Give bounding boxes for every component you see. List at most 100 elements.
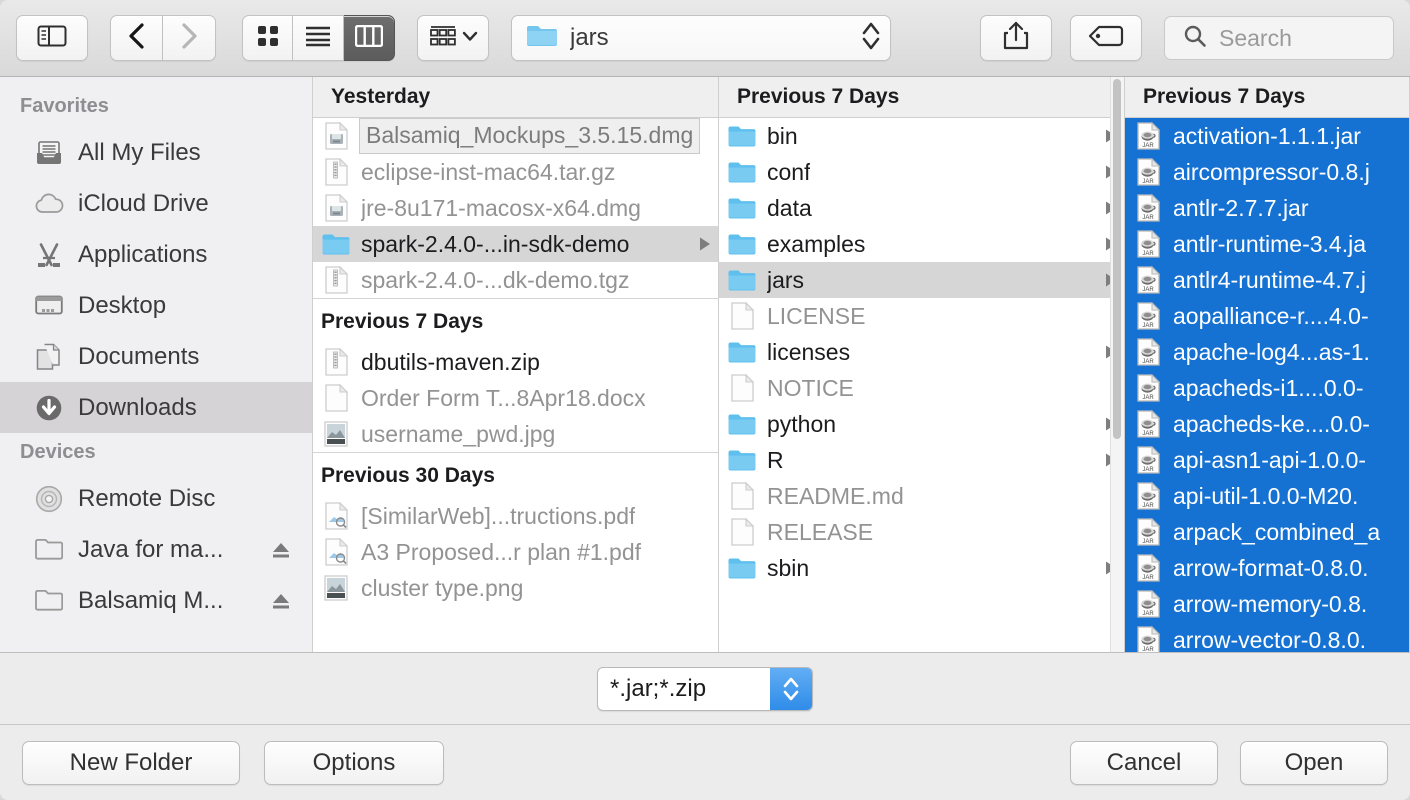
file-row[interactable]: LICENSE [719,298,1124,334]
file-row[interactable]: spark-2.4.0-...dk-demo.tgz [313,262,718,298]
file-row[interactable]: README.md [719,478,1124,514]
back-button[interactable] [110,15,163,61]
sidebar-item-label: Java for ma... [78,536,223,564]
file-row[interactable]: spark-2.4.0-...in-sdk-demo [313,226,718,262]
file-type-filter-value: *.jar;*.zip [598,675,770,703]
search-input[interactable]: Search [1164,16,1394,60]
path-popup-button[interactable]: jars [511,15,891,61]
file-row[interactable]: jars [719,262,1124,298]
file-row[interactable]: JARapacheds-i1....0.0- [1125,370,1409,406]
file-type-filter-select[interactable]: *.jar;*.zip [597,667,813,711]
file-row[interactable]: JARactivation-1.1.1.jar [1125,118,1409,154]
options-button[interactable]: Options [264,741,444,785]
svg-text:JAR: JAR [1142,179,1154,185]
plain-file-icon [731,482,754,510]
file-row[interactable]: username_pwd.jpg [313,416,718,452]
sidebar-item-java-for-ma[interactable]: Java for ma... [0,524,312,575]
share-button[interactable] [980,15,1052,61]
scrollbar-thumb[interactable] [1113,79,1121,439]
file-row[interactable]: RELEASE [719,514,1124,550]
archive-file-icon [325,266,348,294]
file-row[interactable]: JAR aircompressor-0.8.j [1125,154,1409,190]
column-scrollbar[interactable] [1110,77,1124,652]
main-area: Favorites All My Files iCloud Drive Appl… [0,77,1410,653]
file-name: bin [767,123,798,150]
file-row[interactable]: sbin [719,550,1124,586]
svg-text:JAR: JAR [1142,287,1154,293]
column-body[interactable]: Balsamiq_Mockups_3.5.15.dmg eclipse-inst… [313,118,718,652]
svg-text:JAR: JAR [1142,359,1154,365]
file-row[interactable]: JARapacheds-ke....0.0- [1125,406,1409,442]
file-name: examples [767,231,865,258]
svg-text:JAR: JAR [1142,539,1154,545]
file-row[interactable]: cluster type.png [313,570,718,606]
file-row[interactable]: JARarrow-vector-0.8.0. [1125,622,1409,652]
sidebar-item-remote-disc[interactable]: Remote Disc [0,473,312,524]
file-row[interactable]: python [719,406,1124,442]
file-row[interactable]: JARapi-util-1.0.0-M20. [1125,478,1409,514]
arrange-by-button[interactable] [417,15,489,61]
file-row[interactable]: jre-8u171-macosx-x64.dmg [313,190,718,226]
file-row[interactable]: Balsamiq_Mockups_3.5.15.dmg [313,118,718,154]
file-row[interactable]: JARantlr-2.7.7.jar [1125,190,1409,226]
file-row[interactable]: conf [719,154,1124,190]
sidebar-item-all-my-files[interactable]: All My Files [0,127,312,178]
folder-icon [728,125,756,148]
file-row[interactable]: JARarrow-format-0.8.0. [1125,550,1409,586]
file-row[interactable]: NOTICE [719,370,1124,406]
sidebar-item-icloud-drive[interactable]: iCloud Drive [0,178,312,229]
file-row[interactable]: JARarrow-memory-0.8. [1125,586,1409,622]
sidebar-toggle-button[interactable] [16,15,88,61]
browser-column-3: Previous 7 Days JARactivation-1.1.1.jar … [1125,77,1410,652]
jar-file-icon: JAR [1137,158,1160,186]
cancel-button[interactable]: Cancel [1070,741,1218,785]
view-mode-buttons [242,15,395,61]
file-row[interactable]: eclipse-inst-mac64.tar.gz [313,154,718,190]
sidebar-item-balsamiq-m[interactable]: Balsamiq M... [0,575,312,626]
folder-icon [728,413,756,436]
file-row[interactable]: [SimilarWeb]...tructions.pdf [313,498,718,534]
up-down-stepper-icon[interactable] [770,668,812,710]
file-name: apacheds-i1....0.0- [1173,375,1364,402]
sidebar-item-downloads[interactable]: Downloads [0,382,312,433]
file-name: arrow-vector-0.8.0. [1173,627,1366,653]
sidebar-item-applications[interactable]: Applications [0,229,312,280]
file-row[interactable]: examples [719,226,1124,262]
file-name: arrow-format-0.8.0. [1173,555,1369,582]
icon-view-button[interactable] [242,15,293,61]
file-row[interactable]: JARantlr-runtime-3.4.ja [1125,226,1409,262]
file-row[interactable]: dbutils-maven.zip [313,344,718,380]
file-row[interactable]: JARapi-asn1-api-1.0.0- [1125,442,1409,478]
footer: New Folder Options Cancel Open [0,725,1410,800]
open-button[interactable]: Open [1240,741,1388,785]
file-row[interactable]: JARaopalliance-r....4.0- [1125,298,1409,334]
file-name: aircompressor-0.8.j [1173,159,1370,186]
sidebar-item-desktop[interactable]: Desktop [0,280,312,331]
forward-button[interactable] [163,15,216,61]
file-name: data [767,195,812,222]
file-row[interactable]: JAR antlr4-runtime-4.7.j [1125,262,1409,298]
jar-file-icon: JAR [1137,302,1160,330]
new-folder-button[interactable]: New Folder [22,741,240,785]
svg-text:JAR: JAR [1142,143,1154,149]
eject-icon [270,540,292,560]
file-row[interactable]: JARarpack_combined_a [1125,514,1409,550]
tag-button[interactable] [1070,15,1142,61]
file-row[interactable]: licenses [719,334,1124,370]
list-view-button[interactable] [293,15,344,61]
file-row[interactable]: bin [719,118,1124,154]
file-row[interactable]: R [719,442,1124,478]
sidebar-item-documents[interactable]: Documents [0,331,312,382]
column-view-button[interactable] [344,15,395,61]
file-row[interactable]: data [719,190,1124,226]
sidebar-toggle-icon [37,24,67,53]
file-row[interactable]: JARapache-log4...as-1. [1125,334,1409,370]
column-body[interactable]: JARactivation-1.1.1.jar JAR aircompressor… [1125,118,1409,652]
path-name: jars [570,24,860,52]
file-name: licenses [767,339,850,366]
file-row[interactable]: A3 Proposed...r plan #1.pdf [313,534,718,570]
file-name: antlr4-runtime-4.7.j [1173,267,1366,294]
column-body[interactable]: bin conf data examples jars LICENSE lice… [719,118,1124,652]
jar-file-icon: JAR [1137,122,1160,150]
file-row[interactable]: Order Form T...8Apr18.docx [313,380,718,416]
